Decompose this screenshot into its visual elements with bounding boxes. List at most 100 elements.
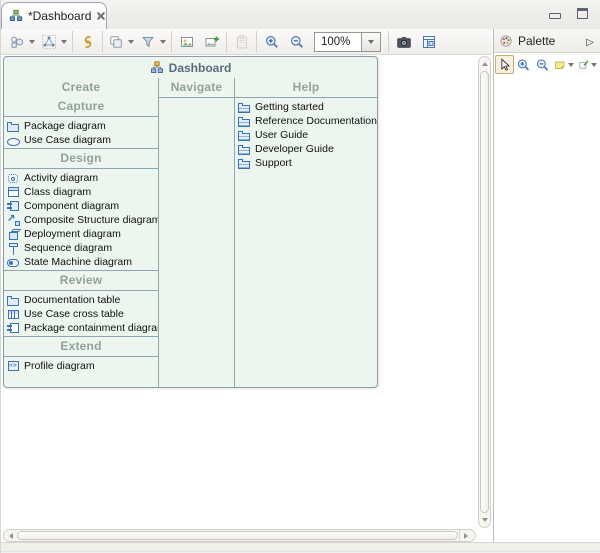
column-header-help: Help xyxy=(235,78,377,98)
help-link-item[interactable]: Reference Documentation xyxy=(235,114,377,128)
dashboard-item[interactable]: Package containment diagram xyxy=(4,321,158,335)
usecase-icon xyxy=(7,134,21,147)
help-folder-icon xyxy=(238,101,252,114)
close-icon[interactable] xyxy=(96,11,106,21)
dashboard-item[interactable]: Deployment diagram xyxy=(4,227,158,241)
copy-appearance-button[interactable] xyxy=(106,31,136,52)
dashboard-item[interactable]: State Machine diagram xyxy=(4,255,158,269)
column-header-navigate: Navigate xyxy=(159,78,234,98)
zoom-out-icon xyxy=(535,57,550,73)
column-create: Create Capture Package diagram xyxy=(4,78,158,387)
zoom-level-combo: 100% xyxy=(314,32,381,52)
composite-icon xyxy=(7,214,21,227)
filters-button[interactable] xyxy=(138,31,168,52)
dropdown-arrow-icon xyxy=(591,63,597,67)
select-cursor-button[interactable] xyxy=(495,55,514,74)
zoom-out-icon xyxy=(289,34,305,50)
zoom-in-button[interactable] xyxy=(260,31,283,52)
note-button[interactable] xyxy=(552,55,576,74)
application-window: *Dashboard 100% xyxy=(0,0,600,553)
profile-icon xyxy=(7,360,21,373)
horizontal-scrollbar-thumb[interactable] xyxy=(17,531,458,540)
horizontal-scrollbar[interactable] xyxy=(3,529,476,542)
arrow-up-icon xyxy=(482,62,488,66)
minimize-button[interactable] xyxy=(547,6,562,21)
scroll-down-button[interactable] xyxy=(479,514,490,526)
containment-icon xyxy=(7,322,21,335)
dashboard-section: Design Activity diagram Class diagra xyxy=(4,148,158,270)
dashboard-item[interactable]: Sequence diagram xyxy=(4,241,158,255)
camera-icon xyxy=(396,34,412,50)
arrow-right-icon xyxy=(464,533,468,539)
link-button[interactable] xyxy=(576,55,600,74)
minimize-icon xyxy=(549,13,561,19)
zoom-in-icon xyxy=(264,34,280,50)
paste-icon xyxy=(234,34,250,50)
help-link-item[interactable]: Getting started xyxy=(235,100,377,114)
help-link-item[interactable]: Developer Guide xyxy=(235,142,377,156)
vertical-scrollbar[interactable] xyxy=(478,56,491,528)
dashboard-item[interactable]: Class diagram xyxy=(4,185,158,199)
dashboard-item[interactable]: Use Case diagram xyxy=(4,133,158,147)
help-folder-icon xyxy=(238,115,252,128)
link-icon xyxy=(578,57,590,73)
help-link-item[interactable]: User Guide xyxy=(235,128,377,142)
dashboard-title-label: Dashboard xyxy=(169,61,232,75)
column-navigate: Navigate xyxy=(158,78,234,387)
camera-button[interactable] xyxy=(392,31,415,52)
alignment-shapes-button[interactable] xyxy=(7,31,37,52)
zoom-level-dropdown-button[interactable] xyxy=(361,32,381,52)
tab-dashboard[interactable]: *Dashboard xyxy=(1,2,107,29)
maximize-icon xyxy=(577,8,588,19)
section-header: Capture xyxy=(4,97,158,117)
diagram-window-button[interactable] xyxy=(417,31,440,52)
dropdown-arrow-icon xyxy=(160,40,166,44)
zoom-out-button[interactable] xyxy=(285,31,308,52)
note-icon xyxy=(554,57,566,73)
zoom-in-button[interactable] xyxy=(514,55,533,74)
column-help: Help Getting started Reference Documenta… xyxy=(234,78,377,387)
scroll-right-button[interactable] xyxy=(459,530,472,541)
arrow-down-icon xyxy=(482,518,488,522)
select-cursor-icon xyxy=(497,57,512,73)
diagram-window-icon xyxy=(421,34,437,50)
palette-title: Palette xyxy=(518,34,580,48)
help-folder-icon xyxy=(238,129,252,142)
image-button[interactable] xyxy=(175,31,198,52)
dashboard-panel: Dashboard Create Capture xyxy=(3,56,378,388)
zoom-out-button[interactable] xyxy=(533,55,552,74)
section-header: Design xyxy=(4,149,158,169)
activity-icon xyxy=(7,172,21,185)
dashboard-item[interactable]: Composite Structure diagram xyxy=(4,213,158,227)
copy-appearance-icon xyxy=(108,34,124,50)
maximize-button[interactable] xyxy=(575,6,590,21)
scroll-left-button[interactable] xyxy=(6,530,16,541)
paste-button[interactable] xyxy=(230,31,253,52)
dashboard-panel-title: Dashboard xyxy=(4,57,377,78)
column-header-create: Create xyxy=(4,78,158,97)
dashboard-item[interactable]: Activity diagram xyxy=(4,171,158,185)
dashboard-item[interactable]: Documentation table xyxy=(4,293,158,307)
add-image-button[interactable] xyxy=(200,31,223,52)
help-folder-icon xyxy=(238,143,252,156)
dashboard-item[interactable]: Package diagram xyxy=(4,119,158,133)
zoom-level-value[interactable]: 100% xyxy=(314,32,361,52)
arrange-graph-button[interactable] xyxy=(39,31,69,52)
dashboard-item[interactable]: Profile diagram xyxy=(4,359,158,373)
palette-icon xyxy=(499,34,513,48)
palette-header[interactable]: Palette xyxy=(494,29,600,53)
vertical-scrollbar-thumb[interactable] xyxy=(480,71,489,513)
dropdown-arrow-icon xyxy=(128,40,134,44)
scroll-up-button[interactable] xyxy=(479,58,490,70)
editor-canvas[interactable]: Dashboard Create Capture xyxy=(1,55,492,543)
collapse-arrow-icon[interactable] xyxy=(585,32,595,50)
dashboard-item[interactable]: Component diagram xyxy=(4,199,158,213)
component-icon xyxy=(7,200,21,213)
filters-icon xyxy=(140,34,156,50)
diagram-icon xyxy=(9,9,23,23)
sync-arrows-button[interactable] xyxy=(76,31,99,52)
view-controls xyxy=(547,6,590,21)
sequence-icon xyxy=(7,242,21,255)
help-link-item[interactable]: Support xyxy=(235,156,377,170)
dashboard-item[interactable]: Use Case cross table xyxy=(4,307,158,321)
